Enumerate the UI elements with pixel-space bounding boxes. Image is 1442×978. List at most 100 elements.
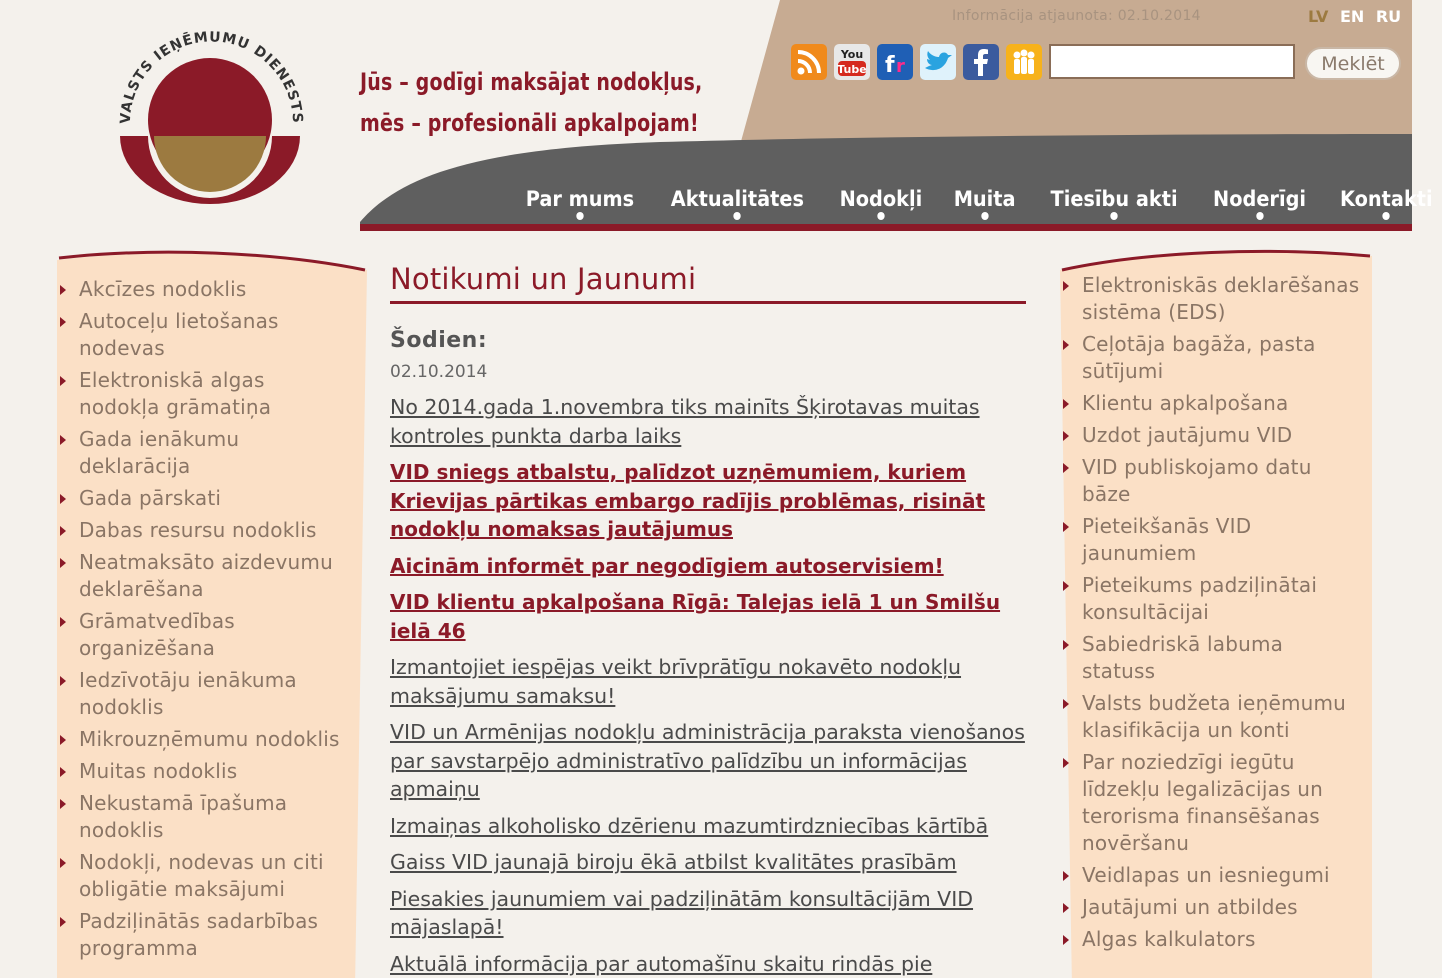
news-link[interactable]: Aicinām informēt par negodīgiem autoserv…	[390, 554, 944, 578]
nav-kontakti[interactable]: Kontakti	[1328, 182, 1442, 220]
news-link[interactable]: Izmantojiet iespējas veikt brīvprātīgu n…	[390, 655, 961, 708]
nav-nodokli[interactable]: Nodokļi	[827, 182, 934, 220]
news-link[interactable]: VID un Armēnijas nodokļu administrācija …	[390, 720, 1025, 801]
bullet-icon	[60, 376, 66, 386]
nav-muita[interactable]: Muita	[942, 182, 1028, 220]
sidebar-item[interactable]: Ceļotāja bagāža, pasta sūtījumi	[1060, 331, 1360, 385]
nav-dot	[1255, 212, 1264, 220]
sidebar-item[interactable]: Neatmaksāto aizdevumu deklarēšana	[57, 549, 347, 603]
facebook-icon[interactable]	[963, 44, 999, 80]
sidebar-item[interactable]: Mikrouzņēmumu nodoklis	[57, 726, 347, 753]
sidebar-item[interactable]: Gada ienākumu deklarācija	[57, 426, 347, 480]
sidebar-item-label: Veidlapas un iesniegumi	[1082, 863, 1330, 887]
bullet-icon	[1063, 431, 1069, 441]
nav-label: Noderīgi	[1212, 187, 1306, 211]
bullet-icon	[60, 317, 66, 327]
sidebar-item-label: Neatmaksāto aizdevumu deklarēšana	[79, 550, 333, 601]
sidebar-item[interactable]: Klientu apkalpošana	[1060, 390, 1360, 417]
social-icons: You Tube f r	[791, 44, 1042, 80]
sidebar-item[interactable]: Autoceļu lietošanas nodevas	[57, 308, 347, 362]
news-item: Gaiss VID jaunajā biroju ēkā atbilst kva…	[390, 848, 1030, 877]
news-link[interactable]: Aktuālā informācija par automašīnu skait…	[390, 952, 932, 976]
sidebar-item-label: Nodokļi, nodevas un citi obligātie maksā…	[79, 850, 324, 901]
news-link[interactable]: Gaiss VID jaunajā biroju ēkā atbilst kva…	[390, 850, 957, 874]
sidebar-item[interactable]: Gada pārskati	[57, 485, 347, 512]
bullet-icon	[1063, 699, 1069, 709]
news-item: Aktuālā informācija par automašīnu skait…	[390, 950, 1030, 978]
lang-lv[interactable]: LV	[1308, 7, 1328, 26]
sidebar-item[interactable]: Pieteikšanās VID jaunumiem	[1060, 513, 1360, 567]
sidebar-item[interactable]: Uzdot jautājumu VID	[1060, 422, 1360, 449]
nav-aktualitates[interactable]: Aktualitātes	[659, 182, 816, 220]
bullet-icon	[1063, 399, 1069, 409]
nav-label: Tiesību akti	[1050, 187, 1178, 211]
rss-icon[interactable]	[791, 44, 827, 80]
sidebar-item-label: Muitas nodoklis	[79, 759, 238, 783]
sidebar-item-label: Valsts budžeta ieņēmumu klasifikācija un…	[1082, 691, 1347, 742]
sidebar-item[interactable]: Muitas nodoklis	[57, 758, 347, 785]
twitter-icon[interactable]	[920, 44, 956, 80]
nav-label: Aktualitātes	[670, 187, 804, 211]
nav-par-mums[interactable]: Par mums	[514, 182, 646, 220]
sidebar-item[interactable]: VID publiskojamo datu bāze	[1060, 454, 1360, 508]
nav-label: Nodokļi	[839, 187, 922, 211]
sidebar-item[interactable]: Pieteikums padziļinātai konsultācijai	[1060, 572, 1360, 626]
youtube-icon[interactable]: You Tube	[834, 44, 870, 80]
sidebar-item-label: Elektroniskās deklarēšanas sistēma (EDS)	[1082, 273, 1360, 324]
sidebar-item[interactable]: Par noziedzīgi iegūtu līdzekļu legalizāc…	[1060, 749, 1360, 857]
news-item: No 2014.gada 1.novembra tiks mainīts Šķi…	[390, 393, 1030, 450]
search-button[interactable]: Meklēt	[1305, 47, 1401, 80]
site-header: VALSTS IEŅĒMUMU DIENESTS Jūs – godīgi ma…	[0, 0, 1442, 235]
nav-tiesibu-akti[interactable]: Tiesību akti	[1038, 182, 1189, 220]
sidebar-item[interactable]: Elektroniskā algas nodokļa grāmatiņa	[57, 367, 347, 421]
lang-en[interactable]: EN	[1340, 7, 1364, 26]
news-link[interactable]: Izmaiņas alkoholisko dzērienu mazumtirdz…	[390, 814, 988, 838]
nav-noderigi[interactable]: Noderīgi	[1201, 182, 1318, 220]
news-link[interactable]: No 2014.gada 1.novembra tiks mainīts Šķi…	[390, 395, 980, 448]
nav-dot	[576, 212, 584, 220]
bullet-icon	[60, 558, 66, 568]
main-content: Notikumi un Jaunumi Šodien: 02.10.2014 N…	[390, 262, 1030, 978]
sidebar-item-label: Algas kalkulators	[1082, 927, 1256, 951]
sidebar-item[interactable]: Algas kalkulators	[1060, 926, 1360, 953]
news-item: Izmantojiet iespējas veikt brīvprātīgu n…	[390, 653, 1030, 710]
sidebar-item[interactable]: Padziļinātās sadarbības programma	[57, 908, 347, 962]
sidebar-item[interactable]: Iedzīvotāju ienākuma nodoklis	[57, 667, 347, 721]
sidebar-item[interactable]: Akcīzes nodoklis	[57, 276, 347, 303]
sidebar-item-label: Pieteikšanās VID jaunumiem	[1082, 514, 1252, 565]
sidebar-item[interactable]: Grāmatvedības organizēšana	[57, 608, 347, 662]
news-item: VID un Armēnijas nodokļu administrācija …	[390, 718, 1030, 804]
svg-text:r: r	[896, 56, 905, 77]
sidebar-item[interactable]: Nekustamā īpašuma nodoklis	[57, 790, 347, 844]
bullet-icon	[1063, 935, 1069, 945]
sidebar-item[interactable]: Elektroniskās deklarēšanas sistēma (EDS)	[1060, 272, 1360, 326]
today-label: Šodien:	[390, 328, 488, 353]
sidebar-item-label: Sabiedriskā labuma statuss	[1082, 632, 1284, 683]
sidebar-item-label: Autoceļu lietošanas nodevas	[79, 309, 279, 360]
bullet-icon	[1063, 903, 1069, 913]
news-link[interactable]: VID sniegs atbalstu, palīdzot uzņēmumiem…	[390, 460, 985, 541]
bullet-icon	[60, 735, 66, 745]
draugiem-icon[interactable]	[1006, 44, 1042, 80]
flickr-icon[interactable]: f r	[877, 44, 913, 80]
bullet-icon	[60, 917, 66, 927]
search-input[interactable]	[1049, 44, 1295, 79]
sidebar-item-label: VID publiskojamo datu bāze	[1082, 455, 1312, 506]
vid-logo[interactable]: VALSTS IEŅĒMUMU DIENESTS	[108, 18, 313, 208]
sidebar-item-label: Elektroniskā algas nodokļa grāmatiņa	[79, 368, 272, 419]
news-link[interactable]: Piesakies jaunumiem vai padziļinātām kon…	[390, 887, 973, 940]
news-link[interactable]: VID klientu apkalpošana Rīgā: Talejas ie…	[390, 590, 1000, 643]
sidebar-item[interactable]: Dabas resursu nodoklis	[57, 517, 347, 544]
sidebar-item[interactable]: Jautājumi un atbildes	[1060, 894, 1360, 921]
sidebar-item[interactable]: Sabiedriskā labuma statuss	[1060, 631, 1360, 685]
news-item: Piesakies jaunumiem vai padziļinātām kon…	[390, 885, 1030, 942]
lang-ru[interactable]: RU	[1376, 7, 1401, 26]
sidebar-item[interactable]: Valsts budžeta ieņēmumu klasifikācija un…	[1060, 690, 1360, 744]
bullet-icon	[1063, 871, 1069, 881]
sidebar-item[interactable]: Veidlapas un iesniegumi	[1060, 862, 1360, 889]
info-updated: Informācija atjaunota: 02.10.2014	[952, 8, 1201, 24]
nav-dot	[876, 212, 885, 220]
sidebar-item[interactable]: Nodokļi, nodevas un citi obligātie maksā…	[57, 849, 347, 903]
language-switcher: LV EN RU	[1308, 7, 1407, 26]
sidebar-item-label: Pieteikums padziļinātai konsultācijai	[1082, 573, 1318, 624]
